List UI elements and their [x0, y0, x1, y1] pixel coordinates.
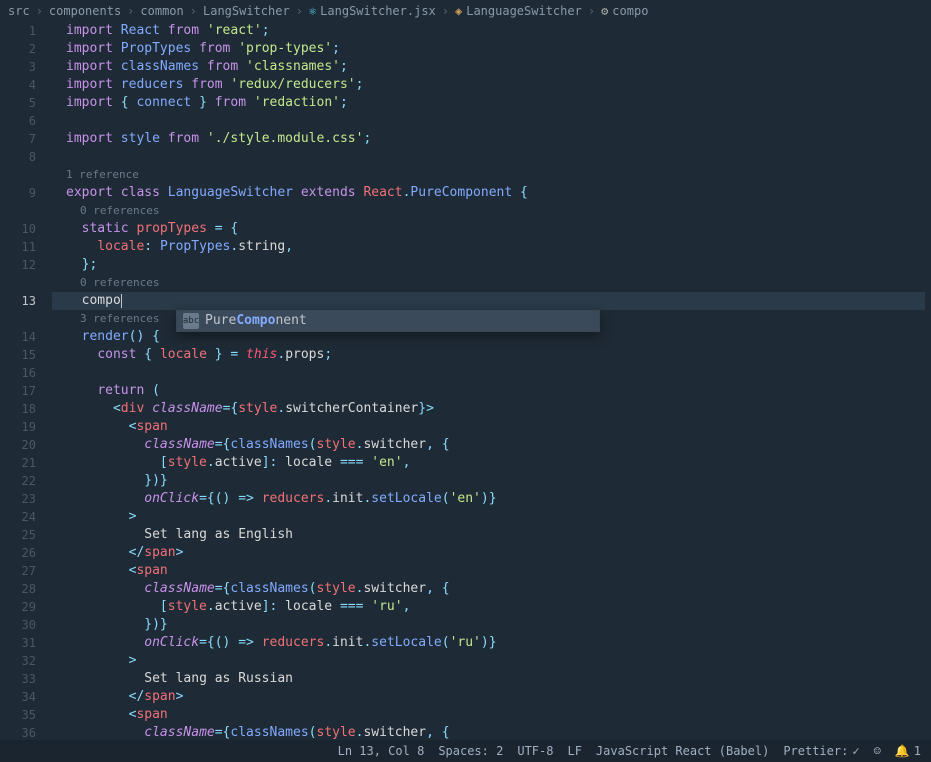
status-lncol[interactable]: Ln 13, Col 8 — [338, 744, 425, 758]
line-number-gutter: 12345 678 9 101112 13 1415161718 1920212… — [0, 22, 52, 740]
smile-icon: ☺ — [874, 744, 881, 758]
crumb-src[interactable]: src — [8, 4, 30, 18]
autocomplete-popup[interactable]: abc PureComponent — [176, 310, 600, 332]
current-line[interactable]: compo — [52, 292, 925, 310]
crumb-common[interactable]: common — [140, 4, 183, 18]
status-eol[interactable]: LF — [567, 744, 581, 758]
react-icon: ⚛ — [309, 4, 316, 18]
status-spaces[interactable]: Spaces: 2 — [438, 744, 503, 758]
status-bar: Ln 13, Col 8 Spaces: 2 UTF-8 LF JavaScri… — [0, 740, 931, 762]
check-icon: ✓ — [852, 744, 859, 758]
bell-icon: 🔔 — [895, 744, 910, 758]
status-encoding[interactable]: UTF-8 — [517, 744, 553, 758]
class-icon: ◈ — [455, 4, 462, 18]
crumb-components[interactable]: components — [49, 4, 121, 18]
method-icon: ⚙ — [601, 4, 608, 18]
status-language[interactable]: JavaScript React (Babel) — [596, 744, 769, 758]
suggest-kind-icon: abc — [183, 313, 199, 329]
crumb-file[interactable]: ⚛LangSwitcher.jsx — [309, 4, 436, 18]
status-notifications[interactable]: 🔔1 — [895, 744, 921, 758]
status-prettier[interactable]: Prettier: ✓ — [783, 744, 859, 758]
code-area[interactable]: import React from 'react'; import PropTy… — [52, 22, 925, 740]
editor[interactable]: 12345 678 9 101112 13 1415161718 1920212… — [0, 22, 931, 740]
status-feedback[interactable]: ☺ — [874, 744, 881, 758]
crumb-class[interactable]: ◈LanguageSwitcher — [455, 4, 582, 18]
codelens-reference[interactable]: 0 references — [52, 202, 925, 220]
breadcrumb: src› components› common› LangSwitcher› ⚛… — [0, 0, 931, 22]
codelens-reference[interactable]: 0 references — [52, 274, 925, 292]
crumb-folder[interactable]: LangSwitcher — [203, 4, 290, 18]
minimap[interactable] — [925, 22, 931, 740]
crumb-symbol[interactable]: ⚙compo — [601, 4, 648, 18]
codelens-reference[interactable]: 1 reference — [52, 166, 925, 184]
suggest-item[interactable]: abc PureComponent — [177, 311, 599, 331]
